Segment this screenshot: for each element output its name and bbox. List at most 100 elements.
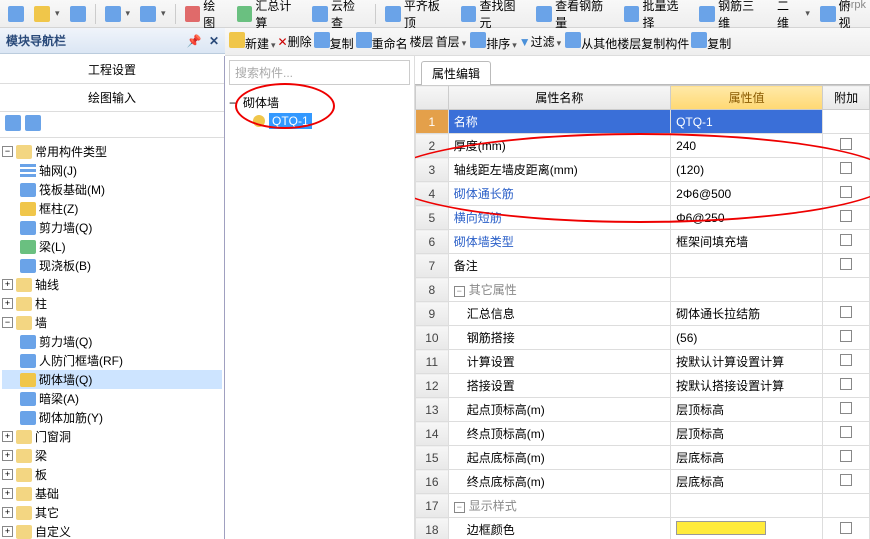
tree-g-other[interactable]: +其它 [2, 503, 222, 522]
checkbox-icon[interactable] [840, 162, 852, 174]
tree-root[interactable]: −常用构件类型 [2, 142, 222, 161]
tree-hidden-beam[interactable]: 暗梁(A) [2, 389, 222, 408]
search-input[interactable]: 搜索构件... [229, 60, 410, 85]
tree-shear[interactable]: 剪力墙(Q) [2, 218, 222, 237]
prop-value[interactable]: 240 [671, 134, 823, 158]
tree-axis[interactable]: 轴网(J) [2, 161, 222, 180]
prop-extra[interactable] [823, 278, 870, 302]
table-row[interactable]: 10钢筋搭接(56) [416, 326, 870, 350]
tree-framecol[interactable]: 框柱(Z) [2, 199, 222, 218]
table-row[interactable]: 2厚度(mm)240 [416, 134, 870, 158]
table-row[interactable]: 1名称QTQ-1 [416, 110, 870, 134]
table-row[interactable]: 11计算设置按默认计算设置计算 [416, 350, 870, 374]
checkbox-icon[interactable] [840, 330, 852, 342]
checkbox-icon[interactable] [840, 378, 852, 390]
prop-value[interactable]: 按默认搭接设置计算 [671, 374, 823, 398]
prop-extra[interactable] [823, 446, 870, 470]
tree-beam[interactable]: 梁(L) [2, 237, 222, 256]
tree-g-custom[interactable]: +自定义 [2, 522, 222, 539]
checkbox-icon[interactable] [840, 186, 852, 198]
tab-draw-input[interactable]: 绘图输入 [0, 84, 224, 112]
tree-g-axis[interactable]: +轴线 [2, 275, 222, 294]
tb2-floor[interactable]: 楼层 [410, 33, 434, 50]
table-row[interactable]: 14终点顶标高(m)层顶标高 [416, 422, 870, 446]
tb2-filter[interactable]: ▼过滤▾ [519, 33, 561, 50]
tb2-first-floor[interactable]: 首层▾ [436, 33, 467, 50]
checkbox-icon[interactable] [840, 234, 852, 246]
prop-extra[interactable] [823, 470, 870, 494]
table-row[interactable]: 18边框颜色 [416, 518, 870, 539]
prop-extra[interactable] [823, 326, 870, 350]
prop-extra[interactable] [823, 518, 870, 539]
prop-extra[interactable] [823, 158, 870, 182]
tb2-sort[interactable]: 排序▾ [470, 32, 517, 52]
comp-group[interactable]: −砌体墙 [229, 93, 410, 112]
tree-g-col[interactable]: +柱 [2, 294, 222, 313]
prop-extra[interactable] [823, 254, 870, 278]
tree-g-wall[interactable]: −墙 [2, 313, 222, 332]
table-row[interactable]: 4砌体通长筋2Φ6@500 [416, 182, 870, 206]
prop-extra[interactable] [823, 350, 870, 374]
prop-value[interactable]: 按默认计算设置计算 [671, 350, 823, 374]
nav-expand-icon[interactable] [5, 115, 21, 134]
tb2-rename[interactable]: 重命名 [356, 32, 408, 52]
tb2-copy-to[interactable]: 复制 [691, 32, 731, 52]
prop-extra[interactable] [823, 302, 870, 326]
panel-pin-icon[interactable]: 📌 [187, 34, 202, 48]
table-row[interactable]: 5横向短筋Φ6@250 [416, 206, 870, 230]
checkbox-icon[interactable] [840, 258, 852, 270]
tree-masonry-rebar[interactable]: 砌体加筋(Y) [2, 408, 222, 427]
checkbox-icon[interactable] [840, 426, 852, 438]
tree-raft[interactable]: 筏板基础(M) [2, 180, 222, 199]
table-row[interactable]: 15起点底标高(m)层底标高 [416, 446, 870, 470]
table-row[interactable]: 6砌体墙类型框架间填充墙 [416, 230, 870, 254]
prop-extra[interactable] [823, 230, 870, 254]
prop-extra[interactable] [823, 494, 870, 518]
prop-value[interactable]: QTQ-1 [671, 110, 823, 134]
checkbox-icon[interactable] [840, 210, 852, 222]
table-row[interactable]: 3轴线距左墙皮距离(mm)(120) [416, 158, 870, 182]
col-extra[interactable]: 附加 [823, 86, 870, 110]
tab-project-settings[interactable]: 工程设置 [0, 56, 224, 84]
prop-value[interactable]: 框架间填充墙 [671, 230, 823, 254]
prop-value[interactable]: 砌体通长拉结筋 [671, 302, 823, 326]
prop-value[interactable]: (120) [671, 158, 823, 182]
tb2-copy[interactable]: 复制 [314, 32, 354, 52]
prop-value[interactable]: 层底标高 [671, 446, 823, 470]
tb1-undo[interactable]: ▾ [101, 4, 135, 24]
checkbox-icon[interactable] [840, 354, 852, 366]
panel-close-icon[interactable]: ✕ [209, 34, 219, 48]
table-row[interactable]: 9汇总信息砌体通长拉结筋 [416, 302, 870, 326]
prop-extra[interactable] [823, 206, 870, 230]
prop-value[interactable] [671, 278, 823, 302]
tb2-copy-from[interactable]: 从其他楼层复制构件 [565, 32, 689, 52]
prop-value[interactable] [671, 494, 823, 518]
tree-shear2[interactable]: 剪力墙(Q) [2, 332, 222, 351]
prop-value[interactable] [671, 254, 823, 278]
prop-extra[interactable] [823, 398, 870, 422]
prop-value[interactable]: 层顶标高 [671, 422, 823, 446]
comp-item[interactable]: QTQ-1 [229, 112, 410, 130]
col-name[interactable]: 属性名称 [448, 86, 670, 110]
tree-civil-frame[interactable]: 人防门框墙(RF) [2, 351, 222, 370]
prop-extra[interactable] [823, 110, 870, 134]
tb1-misc-1[interactable] [4, 4, 28, 24]
prop-extra[interactable] [823, 182, 870, 206]
prop-extra[interactable] [823, 422, 870, 446]
table-row[interactable]: 7备注 [416, 254, 870, 278]
checkbox-icon[interactable] [840, 402, 852, 414]
prop-value[interactable]: 层底标高 [671, 470, 823, 494]
tree-g-slab[interactable]: +板 [2, 465, 222, 484]
tree-g-door[interactable]: +门窗洞 [2, 427, 222, 446]
tab-property-edit[interactable]: 属性编辑 [421, 61, 491, 85]
tb1-misc-3[interactable] [66, 4, 90, 24]
tb2-del[interactable]: ✕删除 [278, 33, 312, 50]
checkbox-icon[interactable] [840, 522, 852, 534]
prop-extra[interactable] [823, 374, 870, 398]
tb1-misc-2[interactable]: ▾ [30, 4, 64, 24]
tb2-new[interactable]: 新建▾ [229, 32, 276, 52]
checkbox-icon[interactable] [840, 306, 852, 318]
tree-masonry[interactable]: 砌体墙(Q) [2, 370, 222, 389]
color-swatch[interactable] [676, 521, 766, 535]
table-row[interactable]: 13起点顶标高(m)层顶标高 [416, 398, 870, 422]
